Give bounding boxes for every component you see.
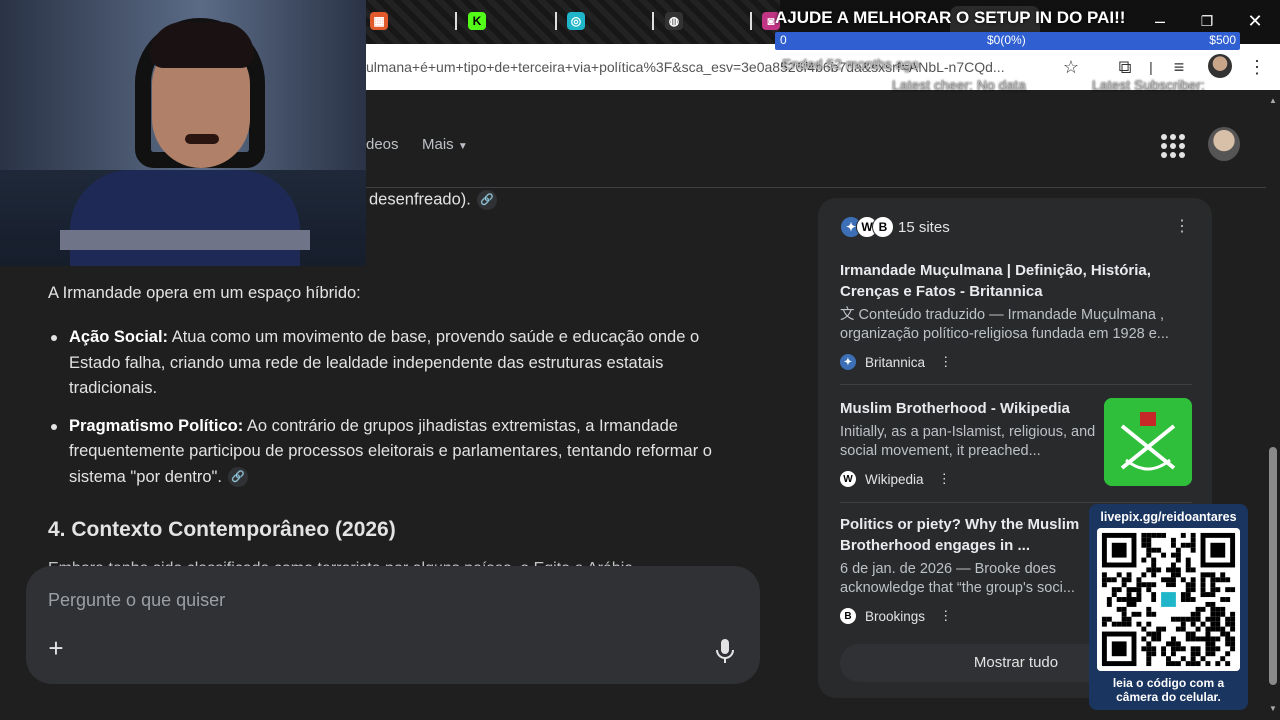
donation-title: AJUDE A MELHORAR O SETUP IN DO PAI!! (775, 8, 1126, 27)
source-snippet: Initially, as a pan-Islamist, religious,… (840, 424, 1096, 459)
tab-more[interactable]: Mais ▼ (422, 136, 468, 153)
answer-bullets: Ação Social: Atua como um movimento de b… (48, 325, 748, 502)
source-snippet: 6 de jan. de 2026 — Brooke does acknowle… (840, 561, 1075, 596)
qr-caption: leia o código com a câmera do celular. (1089, 676, 1248, 704)
kick-tab-icon[interactable]: K (468, 12, 486, 30)
source-card[interactable]: Irmandade Muçulmana | Definição, Históri… (840, 260, 1192, 372)
section-heading: 4. Contexto Contemporâneo (2026) (48, 518, 396, 541)
scroll-down-icon[interactable]: ▼ (1269, 704, 1277, 713)
sources-menu-icon[interactable]: ⋮ (1174, 218, 1190, 236)
webcam-person-stripe (60, 230, 310, 250)
source-menu-icon[interactable]: ⋮ (939, 608, 953, 624)
tab-favicon[interactable]: ▦ (370, 12, 388, 30)
tab-separator (555, 12, 557, 30)
tab-favicon[interactable]: ◎ (567, 12, 585, 30)
link-icon[interactable]: 🔗 (227, 467, 248, 488)
microphone-icon[interactable] (714, 638, 736, 664)
source-site: B Brookings ⋮ (840, 606, 1100, 626)
brookings-icon: B (840, 608, 856, 624)
bullet-title: Ação Social: (69, 328, 169, 346)
tab-separator (455, 12, 457, 30)
previous-line-text: desenfreado). (369, 190, 471, 209)
answer-intro: A Irmandade opera em um espaço híbrido: (48, 284, 361, 302)
link-icon[interactable]: 🔗 (476, 190, 497, 210)
donation-ended-text: Ended 52 months ago (782, 56, 919, 72)
donation-goal-overlay: AJUDE A MELHORAR O SETUP IN DO PAI!! 0 $… (775, 8, 1240, 52)
tab-separator (750, 12, 752, 30)
webcam-overlay (0, 0, 366, 266)
donation-current: $0(0%) (987, 33, 1026, 47)
sources-count: 15 sites (898, 218, 950, 236)
latest-cheer-text: Latest cheer: No data (892, 77, 1026, 93)
britannica-icon: ✦ (840, 354, 856, 370)
wikipedia-icon: W (840, 471, 856, 487)
webcam-person-hair (150, 22, 254, 68)
scrollbar-thumb[interactable] (1269, 447, 1277, 685)
screen: ▦ K ◎ ◍ ◙ – ❐ ✕ ulmana+é+um+tipo+de+terc… (0, 0, 1280, 720)
brookings-icon: B (872, 216, 894, 238)
source-title[interactable]: Irmandade Muçulmana | Definição, Históri… (840, 260, 1192, 302)
prompt-box: + (26, 566, 760, 684)
source-site-name: Wikipedia (865, 471, 924, 487)
donation-progress-bar: 0 $0(0%) $500 (775, 32, 1240, 50)
source-menu-icon[interactable]: ⋮ (939, 354, 953, 370)
account-avatar[interactable] (1208, 127, 1240, 161)
previous-line: desenfreado). 🔗 (369, 190, 497, 210)
tab-videos[interactable]: deos (366, 136, 399, 153)
brotherhood-emblem-image (1104, 398, 1192, 486)
webcam-person-mouth (185, 134, 219, 144)
tab-separator (652, 12, 654, 30)
source-favicons: ✦ W B (840, 216, 898, 238)
prompt-input[interactable] (48, 586, 668, 614)
qr-code-image (1097, 528, 1240, 671)
webcam-person-shirt (70, 170, 300, 266)
donation-min: 0 (780, 33, 787, 47)
bullet-title: Pragmatismo Político: (69, 416, 244, 435)
translate-icon: ⽂ (840, 307, 855, 323)
source-site: ✦ Britannica ⋮ (840, 352, 1192, 372)
source-snippet-text: Conteúdo traduzido — Irmandade Muçulmana… (840, 307, 1169, 342)
plus-icon[interactable]: + (44, 635, 68, 661)
source-title[interactable]: Muslim Brotherhood - Wikipedia (840, 398, 1100, 419)
close-icon[interactable]: ✕ (1240, 8, 1270, 34)
source-site: W Wikipedia ⋮ (840, 469, 1100, 489)
menu-dots-icon[interactable]: ⋮ (1244, 54, 1270, 80)
source-site-name: Brookings (865, 608, 926, 624)
tab-favicon[interactable]: ◍ (665, 12, 683, 30)
sources-header: ✦ W B 15 sites (840, 216, 950, 238)
bookmark-star-icon[interactable]: ☆ (1058, 54, 1084, 80)
donation-max: $500 (1209, 33, 1236, 47)
bullet-item: Pragmatismo Político: Ao contrário de gr… (48, 414, 748, 491)
source-title[interactable]: Politics or piety? Why the Muslim Brothe… (840, 514, 1100, 556)
bullet-item: Ação Social: Atua como um movimento de b… (48, 325, 748, 402)
source-card[interactable]: Politics or piety? Why the Muslim Brothe… (840, 514, 1100, 626)
search-header: deos Mais ▼ (366, 92, 1266, 188)
divider (840, 502, 1192, 503)
livepix-qr-overlay: livepix.gg/reidoantares leia o código co… (1089, 504, 1248, 710)
caret-down-icon: ▼ (457, 141, 468, 152)
source-menu-icon[interactable]: ⋮ (938, 471, 952, 487)
source-site-name: Britannica (865, 354, 926, 370)
source-card[interactable]: Muslim Brotherhood - Wikipedia Initially… (840, 398, 1100, 489)
page-scrollbar[interactable]: ▲ ▼ (1266, 92, 1280, 720)
qr-caption-line: câmera do celular. (1116, 690, 1221, 704)
divider (840, 384, 1192, 385)
tab-more-label: Mais (422, 136, 454, 153)
apps-grid-icon[interactable] (1161, 134, 1185, 158)
latest-subscriber-text: Latest Subscriber: (1092, 77, 1205, 93)
scroll-up-icon[interactable]: ▲ (1269, 96, 1277, 105)
source-snippet: ⽂ Conteúdo traduzido — Irmandade Muçulma… (840, 306, 1192, 344)
qr-caption-line: leia o código com a (1112, 676, 1225, 690)
qr-url: livepix.gg/reidoantares (1100, 510, 1237, 524)
profile-avatar-icon[interactable] (1208, 54, 1232, 78)
